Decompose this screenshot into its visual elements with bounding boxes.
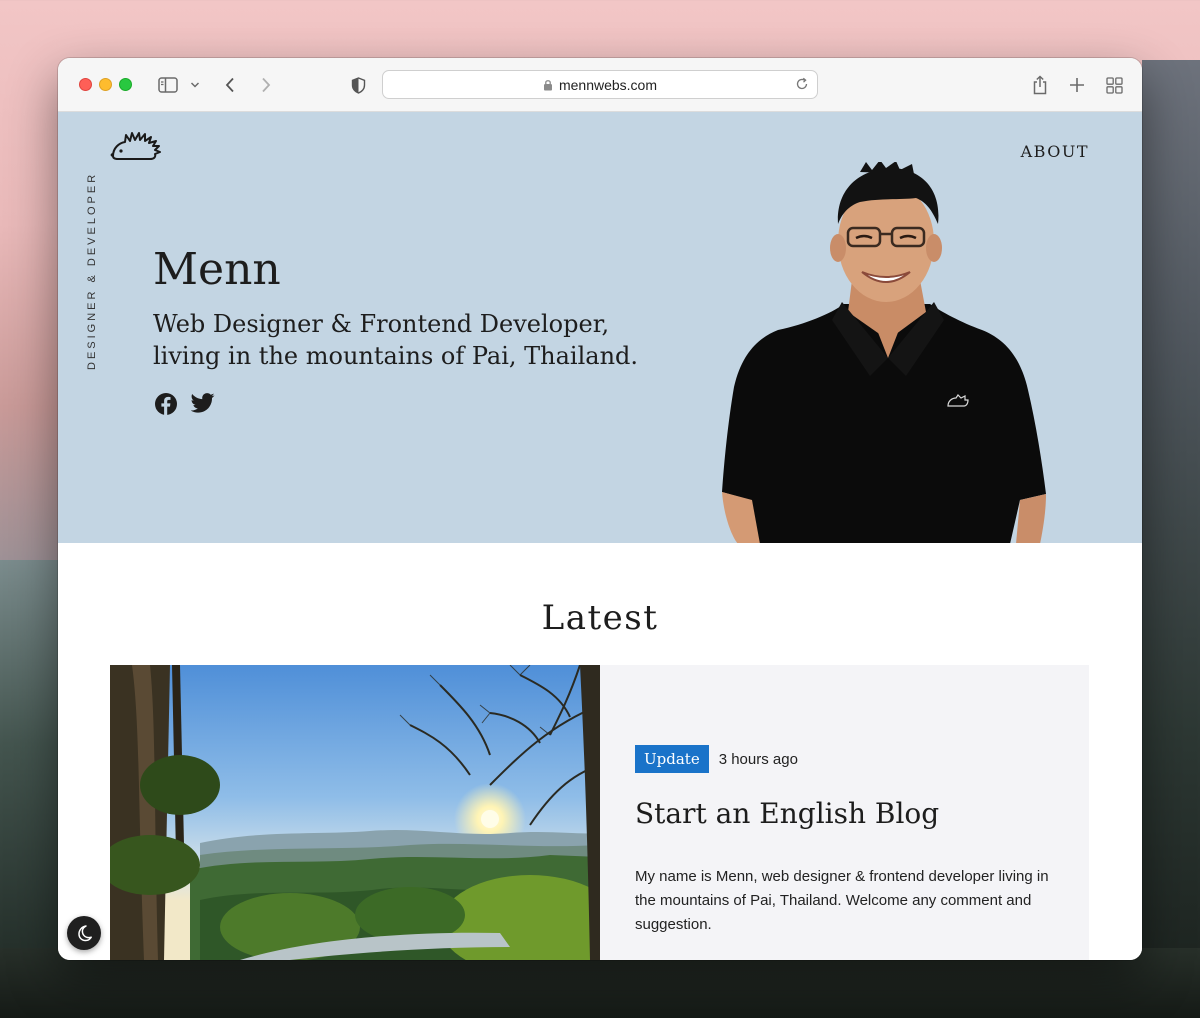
moon-icon	[75, 924, 93, 942]
tab-overview-icon[interactable]	[1104, 73, 1124, 97]
post-title[interactable]: Start an English Blog	[635, 797, 939, 830]
post-excerpt: My name is Menn, web designer & frontend…	[635, 868, 1049, 933]
minimize-window-button[interactable]	[99, 78, 112, 91]
facebook-icon[interactable]	[154, 392, 178, 416]
dark-mode-toggle[interactable]	[67, 916, 101, 950]
category-badge[interactable]: Update	[635, 745, 709, 773]
back-icon[interactable]	[222, 73, 238, 97]
chevron-down-icon[interactable]	[188, 73, 202, 97]
reload-icon[interactable]	[795, 77, 809, 91]
nav-about-link[interactable]: ABOUT	[1021, 142, 1089, 161]
hero-section: DESIGNER & DEVELOPER ABOUT Menn Web Desi…	[58, 112, 1142, 543]
new-tab-icon[interactable]	[1067, 73, 1087, 97]
share-icon[interactable]	[1030, 73, 1050, 97]
author-portrait	[722, 162, 1046, 543]
address-bar[interactable]: mennwebs.com	[382, 70, 818, 99]
hedgehog-logo-icon[interactable]	[110, 130, 162, 169]
forward-icon[interactable]	[258, 73, 274, 97]
sidebar-toggle-icon[interactable]	[157, 73, 179, 97]
post-cover-image[interactable]	[110, 665, 600, 960]
twitter-icon[interactable]	[191, 392, 215, 414]
privacy-shield-icon[interactable]	[349, 73, 367, 97]
hero-tagline: Web Designer & Frontend Developer, livin…	[153, 310, 639, 370]
vertical-tagline: DESIGNER & DEVELOPER	[86, 171, 98, 370]
post-meta: Update 3 hours ago	[635, 745, 798, 773]
post-body: Update 3 hours ago Start an English Blog…	[635, 665, 1065, 960]
browser-window: mennwebs.com DESIGNER & DEVELOPER ABOUT …	[58, 58, 1142, 960]
latest-post-card[interactable]: Update 3 hours ago Start an English Blog…	[110, 665, 1089, 960]
url-text: mennwebs.com	[558, 76, 658, 93]
zoom-window-button[interactable]	[119, 78, 132, 91]
page-content: DESIGNER & DEVELOPER ABOUT Menn Web Desi…	[58, 112, 1142, 960]
hero-name: Menn	[153, 244, 281, 295]
latest-heading: Latest	[541, 598, 659, 638]
close-window-button[interactable]	[79, 78, 92, 91]
background-mountain-right	[1142, 60, 1200, 1018]
lock-icon	[543, 79, 553, 91]
browser-toolbar: mennwebs.com	[58, 58, 1142, 112]
post-timestamp: 3 hours ago	[718, 750, 798, 768]
